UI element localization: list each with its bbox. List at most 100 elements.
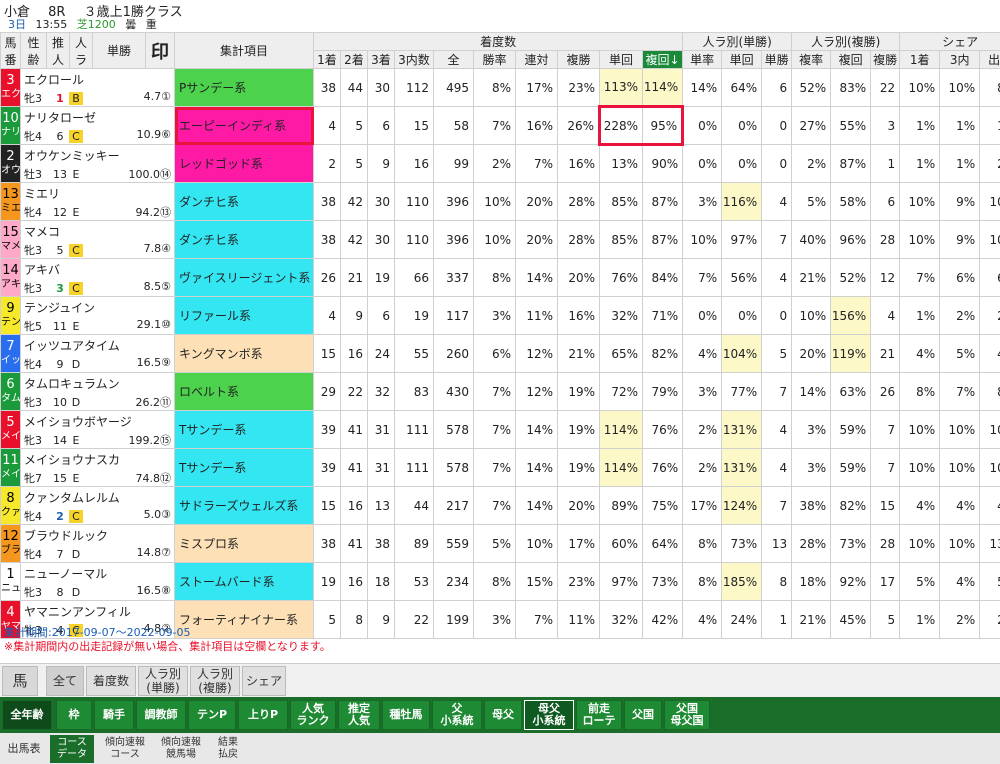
horse-info[interactable]: メイショウナスカ 牝7 15 E 74.8⑫ <box>20 448 175 487</box>
horse-name[interactable]: ナリタローゼ <box>24 108 171 127</box>
horse-name[interactable]: テンジュイン <box>24 298 171 317</box>
tab-hahachichi[interactable]: 母父 <box>484 700 522 730</box>
horse-name[interactable]: アキバ <box>24 260 171 279</box>
col-s3[interactable]: 3内 <box>939 50 981 69</box>
tab-suitei[interactable]: 推定 人気 <box>338 700 380 730</box>
horse-info[interactable]: オウケンミッキー 牡3 13 E 100.0⑭ <box>20 144 175 183</box>
table-row[interactable]: 10ナリタナリタローゼ牝46C10.9⑥エーピーインディ系45615587%16… <box>0 105 1000 146</box>
tab-tenp[interactable]: テンP <box>188 700 236 730</box>
stat-cell: 16% <box>557 296 600 335</box>
tab-all[interactable]: 全て <box>46 666 84 696</box>
table-row[interactable]: 2オウケオウケンミッキー牡313E100.0⑭レッドゴッド系25916992%7… <box>0 144 1000 183</box>
horse-name[interactable]: ヤマニンアンフィル <box>24 602 171 621</box>
tab-share[interactable]: シェア <box>242 666 286 696</box>
tab-chokyo[interactable]: 調教師 <box>136 700 186 730</box>
tab-zenso-rote[interactable]: 前走 ローテ <box>576 700 622 730</box>
horse-name[interactable]: ブラウドルック <box>24 526 171 545</box>
tab-chichi-hahachichikoku[interactable]: 父国 母父国 <box>664 700 710 730</box>
col-ren-rate[interactable]: 連対 <box>515 50 558 69</box>
horse-info[interactable]: テンジュイン 牝5 11 E 29.1⑩ <box>20 296 175 335</box>
horse-name[interactable]: マメコ <box>24 222 171 241</box>
horse-info[interactable]: ニューノーマル 牝3 8 D 16.5⑧ <box>20 562 175 601</box>
tab-seiba[interactable]: 種牡馬 <box>382 700 430 730</box>
col-s-run[interactable]: 出走 <box>979 50 1000 69</box>
stat-cell: 10% <box>939 524 981 563</box>
tab-keiko-keibajo[interactable]: 傾向速報 競馬場 <box>154 735 208 763</box>
col-odds[interactable]: 単勝 <box>92 32 146 69</box>
col-f-cnt[interactable]: 複勝 <box>870 50 901 69</box>
col-mark[interactable]: 印 <box>145 32 175 69</box>
col-t-win[interactable]: 単率 <box>682 50 723 69</box>
tab-ninki-rank[interactable]: 人気 ランク <box>290 700 336 730</box>
table-row[interactable]: 1ニューニューノーマル牝38D16.5⑧ストームバード系191618532348… <box>0 562 1000 601</box>
stat-cell: 26 <box>870 372 901 411</box>
col-t-kai[interactable]: 単回 <box>721 50 763 69</box>
horse-name[interactable]: クァンタムレルム <box>24 488 171 507</box>
table-row[interactable]: 7イッツイッツユアタイム牝49D16.5⑨キングマンボ系151624552606… <box>0 334 1000 373</box>
horse-name[interactable]: タムロキュラムン <box>24 374 171 393</box>
horse-info[interactable]: ミエリ 牝4 12 E 94.2⑬ <box>20 182 175 221</box>
tab-kekka-haraimodoshi[interactable]: 結果 払戻 <box>210 735 246 763</box>
horse-name[interactable]: エクロール <box>24 70 171 89</box>
tab-ninki-tan[interactable]: 人ラ別 (単勝) <box>138 666 188 696</box>
table-row[interactable]: 9テングテンジュイン牝511E29.1⑩リファール系496191173%11%1… <box>0 296 1000 335</box>
col-c3[interactable]: 3着 <box>367 50 395 69</box>
horse-name[interactable]: オウケンミッキー <box>24 146 171 165</box>
horse-info[interactable]: イッツユアタイム 牝4 9 D 16.5⑨ <box>20 334 175 373</box>
col-f-kai[interactable]: 複回 <box>830 50 872 69</box>
col-all[interactable]: 全 <box>433 50 474 69</box>
col-fuku-rate[interactable]: 複勝 <box>557 50 600 69</box>
horse-info[interactable]: メイショウボヤージ 牝3 14 E 199.2⑮ <box>20 410 175 449</box>
stat-cell: 14% <box>515 410 558 449</box>
horse-info[interactable]: エクロール 牝3 1 B 4.7① <box>20 68 175 107</box>
horse-number: 3エクロ <box>0 68 21 107</box>
tab-chakudo[interactable]: 着度数 <box>86 666 136 696</box>
horse-name[interactable]: ニューノーマル <box>24 564 171 583</box>
horse-name[interactable]: ミエリ <box>24 184 171 203</box>
col-s1[interactable]: 1着 <box>899 50 941 69</box>
table-row[interactable]: 3エクロエクロール牝31B4.7①Pサンデー系3844301124958%17%… <box>0 68 1000 107</box>
table-row[interactable]: 6タムロタムロキュラムン牝310D26.2⑪ロベルト系292232834307%… <box>0 372 1000 411</box>
stat-cell: 16 <box>394 144 434 183</box>
tab-waku[interactable]: 枠 <box>56 700 92 730</box>
table-row[interactable]: 8クァンクァンタムレルム牝42C5.0③サドラーズウェルズ系1516134421… <box>0 486 1000 525</box>
table-row[interactable]: 13ミエリミエリ牝412E94.2⑬ダンチヒ系38423011039610%20… <box>0 182 1000 221</box>
horse-info[interactable]: ブラウドルック 牝4 7 D 14.8⑦ <box>20 524 175 563</box>
table-row[interactable]: 12ブラウブラウドルック牝47D14.8⑦ミスプロ系384138895595%1… <box>0 524 1000 563</box>
horse-name[interactable]: メイショウナスカ <box>24 450 171 469</box>
table-row[interactable]: 5メイシメイショウボヤージ牝314E199.2⑮Tサンデー系3941311115… <box>0 410 1000 449</box>
col-tan-kaishu[interactable]: 単回 <box>599 50 643 69</box>
tab-zennen[interactable]: 全年齢 <box>2 700 52 730</box>
col-c1[interactable]: 1着 <box>313 50 341 69</box>
col-fuku-kaishu-sorted[interactable]: 複回↓ <box>641 50 684 69</box>
tab-course-data[interactable]: コース データ <box>50 735 94 763</box>
horse-tab[interactable]: 馬 <box>2 666 38 696</box>
col-t-cnt[interactable]: 単勝 <box>761 50 793 69</box>
horse-number: 11メイシ <box>0 448 21 487</box>
table-row[interactable]: 15マメコマメコ牝35C7.8④ダンチヒ系38423011039610%20%2… <box>0 220 1000 259</box>
col-c2[interactable]: 2着 <box>340 50 368 69</box>
table-row[interactable]: 14アキバアキバ牝3 3C 8.5⑤ヴァイスリージェント系262119663378%… <box>0 258 1000 297</box>
col-win-rate[interactable]: 勝率 <box>473 50 516 69</box>
tab-chichikoku[interactable]: 父国 <box>624 700 662 730</box>
tab-shutsuba[interactable]: 出馬表 <box>2 735 46 763</box>
tab-agarip[interactable]: 上りP <box>238 700 288 730</box>
horse-info[interactable]: アキバ 牝3 3 C 8.5⑤ <box>20 258 175 297</box>
stat-cell: 89 <box>394 524 434 563</box>
col-f-rate[interactable]: 複率 <box>791 50 832 69</box>
tab-hahachichi-shokeito[interactable]: 母父 小系統 <box>524 700 574 730</box>
horse-name[interactable]: メイショウボヤージ <box>24 412 171 431</box>
horse-info[interactable]: マメコ 牝3 5 C 7.8④ <box>20 220 175 259</box>
tab-ninki-fuku[interactable]: 人ラ別 (複勝) <box>190 666 240 696</box>
horse-info[interactable]: ナリタローゼ 牝4 6 C 10.9⑥ <box>20 106 175 145</box>
col-in3[interactable]: 3内数 <box>394 50 434 69</box>
stat-cell: 396 <box>433 220 474 259</box>
tab-chichi-shokeito[interactable]: 父小系統 <box>432 700 482 730</box>
horse-info[interactable]: タムロキュラムン 牝3 10 D 26.2⑪ <box>20 372 175 411</box>
tab-kishu[interactable]: 騎手 <box>94 700 134 730</box>
table-row[interactable]: 11メイシメイショウナスカ牝7 15 E 74.8⑫Tサンデー系39413111157… <box>0 448 1000 487</box>
shukei-item: キングマンボ系 <box>174 334 314 373</box>
tab-keiko-course[interactable]: 傾向速報 コース <box>98 735 152 763</box>
horse-info[interactable]: クァンタムレルム 牝4 2 C 5.0③ <box>20 486 175 525</box>
horse-name[interactable]: イッツユアタイム <box>24 336 171 355</box>
